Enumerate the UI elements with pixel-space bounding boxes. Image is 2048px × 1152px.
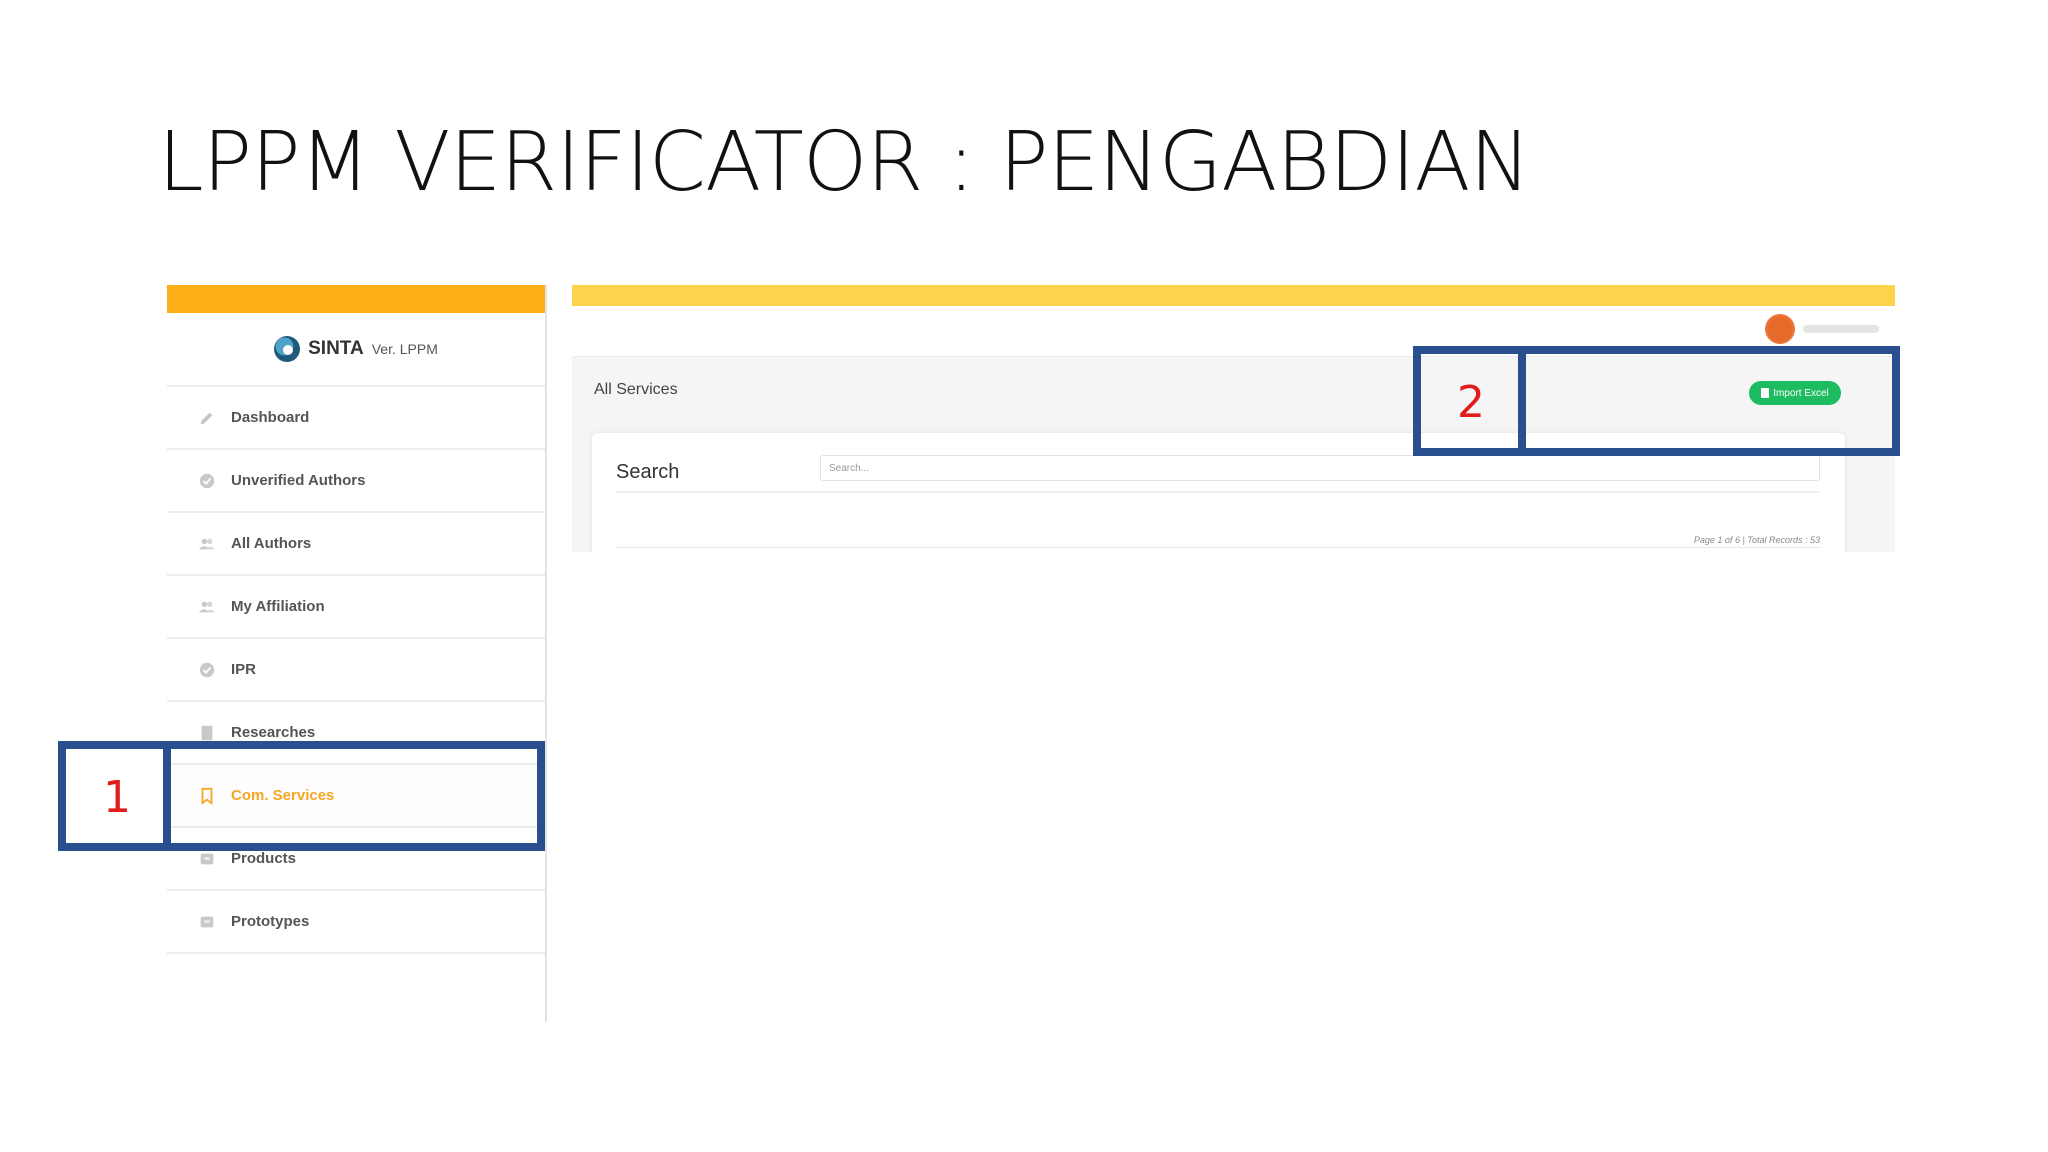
- sidebar-item-label: Researches: [231, 724, 316, 741]
- users-icon: [197, 597, 217, 617]
- badge-check-icon: [197, 660, 217, 680]
- sidebar-item-label: Unverified Authors: [231, 472, 366, 489]
- avatar[interactable]: [1765, 314, 1795, 344]
- pencil-icon: [197, 408, 217, 428]
- user-menu-dropdown[interactable]: [1803, 325, 1879, 333]
- search-input[interactable]: [820, 455, 1820, 481]
- callout-1-number: 1: [103, 772, 131, 823]
- sidebar-item-label: My Affiliation: [231, 598, 325, 615]
- users-icon: [197, 534, 217, 554]
- sidebar-menu: Dashboard Unverified Authors All Authors…: [167, 387, 545, 954]
- sidebar-item-unverified-authors[interactable]: Unverified Authors: [167, 450, 545, 513]
- sidebar-item-my-affiliation[interactable]: My Affiliation: [167, 576, 545, 639]
- sidebar-item-label: Products: [231, 850, 297, 867]
- badge-check-icon: [197, 471, 217, 491]
- pagination-info: Page 1 of 6 | Total Records : 53: [1693, 535, 1820, 545]
- callout-2-number: 2: [1457, 377, 1485, 428]
- sidebar-item-prototypes[interactable]: Prototypes: [167, 891, 545, 954]
- logo-version: Ver. LPPM: [371, 341, 438, 357]
- sidebar-item-label: Prototypes: [231, 913, 310, 930]
- logo-brand: SINTA: [308, 338, 364, 359]
- divider: [616, 491, 1820, 493]
- sidebar-item-dashboard[interactable]: Dashboard: [167, 387, 545, 450]
- sidebar-item-all-authors[interactable]: All Authors: [167, 513, 545, 576]
- sidebar-topbar: [167, 285, 545, 313]
- sidebar-item-ipr[interactable]: IPR: [167, 639, 545, 702]
- callout-2-highlight-box: [1518, 346, 1900, 456]
- sidebar-item-label: All Authors: [231, 535, 312, 552]
- sidebar: SINTA Ver. LPPM Dashboard Unverified Aut…: [167, 285, 547, 1022]
- page-title: All Services: [594, 381, 678, 398]
- search-label: Search: [616, 461, 680, 483]
- callout-1-highlight-box: [163, 741, 545, 851]
- sidebar-item-label: Dashboard: [231, 409, 310, 426]
- divider: [616, 547, 1820, 548]
- main-topbar: [572, 285, 1895, 306]
- box-icon: [197, 912, 217, 932]
- sidebar-item-label: IPR: [231, 661, 257, 678]
- slide-title: LPPM VERIFICATOR : PENGABDIAN: [158, 115, 1531, 210]
- box-icon: [197, 849, 217, 869]
- sinta-logo-icon: [274, 336, 301, 362]
- sidebar-logo[interactable]: SINTA Ver. LPPM: [167, 313, 545, 387]
- book-icon: [197, 723, 217, 743]
